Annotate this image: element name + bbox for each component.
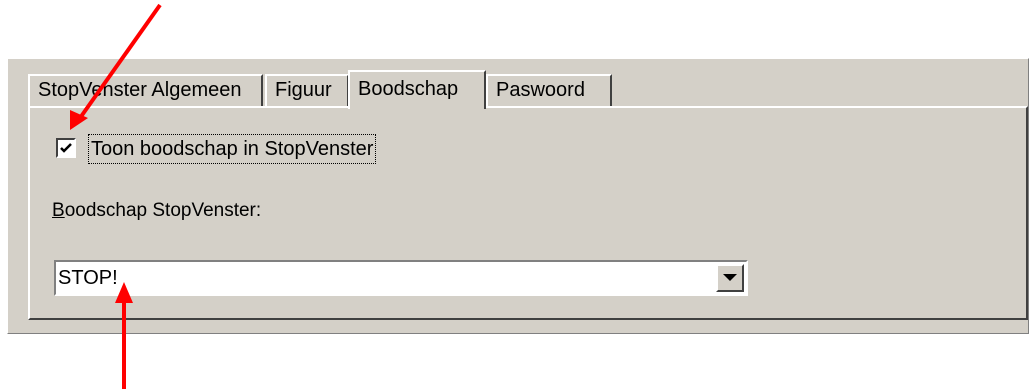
tab-strip: StopVenster Algemeen Figuur Boodschap Pa… [28, 70, 828, 109]
message-field-label: Boodschap StopVenster: [52, 200, 262, 221]
tab-paswoord[interactable]: Paswoord [486, 74, 612, 106]
tab-boodschap[interactable]: Boodschap [348, 70, 486, 109]
checkmark-icon [60, 143, 72, 153]
tab-label: Paswoord [496, 79, 585, 101]
chevron-down-icon [723, 274, 737, 281]
tab-label: Figuur [275, 79, 332, 101]
dropdown-button[interactable] [716, 264, 744, 292]
tab-label: Boodschap [358, 78, 459, 100]
message-combobox-value[interactable]: STOP! [58, 265, 118, 291]
show-message-checkbox[interactable] [56, 138, 76, 158]
tab-label: StopVenster Algemeen [38, 79, 242, 101]
tab-figuur[interactable]: Figuur [265, 74, 349, 106]
tab-stopvenster-algemeen[interactable]: StopVenster Algemeen [28, 74, 263, 106]
show-message-label[interactable]: Toon boodschap in StopVenster [88, 134, 377, 164]
message-combobox[interactable]: STOP! [54, 260, 748, 296]
